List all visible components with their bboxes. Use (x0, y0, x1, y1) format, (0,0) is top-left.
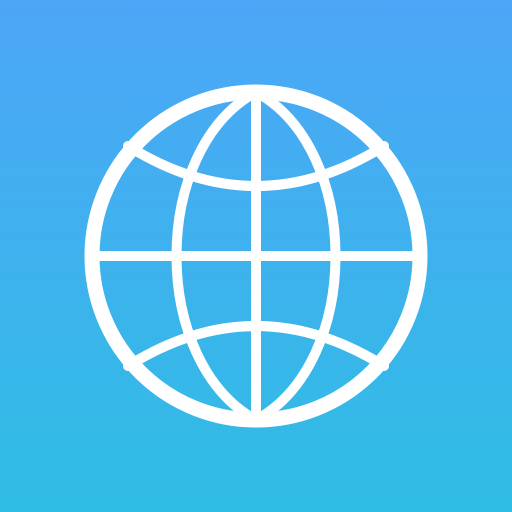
globe-icon (84, 84, 428, 428)
app-icon (0, 0, 512, 512)
